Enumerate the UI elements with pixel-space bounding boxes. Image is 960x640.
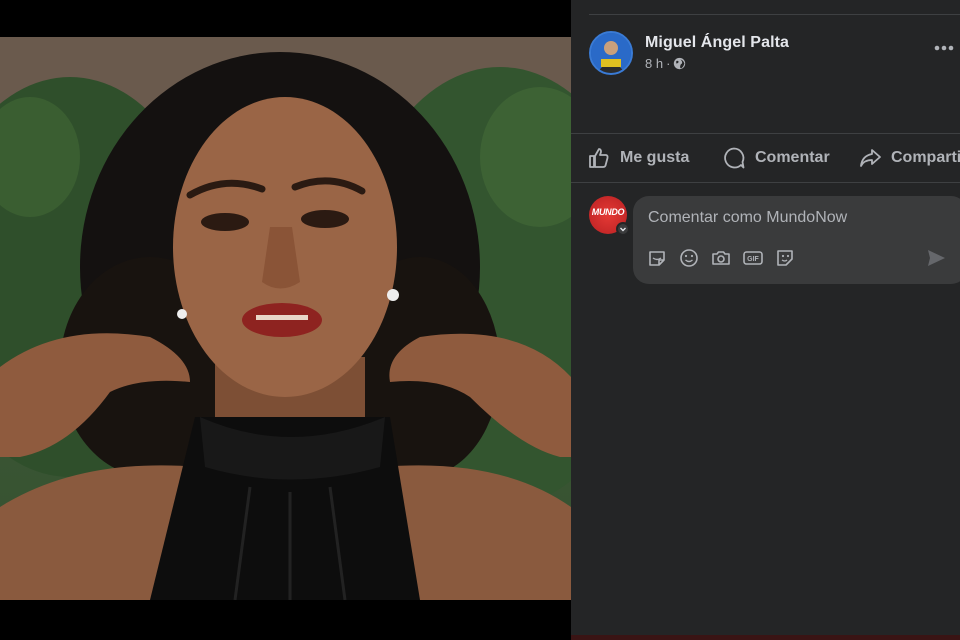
- portrait-illustration: [0, 37, 571, 600]
- sticker-icon[interactable]: [646, 247, 668, 269]
- comment-button[interactable]: Comentar: [722, 146, 830, 170]
- send-icon[interactable]: [925, 247, 947, 269]
- share-button[interactable]: Compartir: [858, 146, 960, 170]
- post-timestamp[interactable]: 8 h: [645, 56, 663, 71]
- like-label: Me gusta: [620, 149, 690, 166]
- chevron-glyph: [620, 227, 626, 232]
- comment-bubble-icon: [724, 147, 745, 169]
- post-header: Miguel Ángel Palta 8 h ·: [589, 31, 789, 75]
- meta-separator: ·: [666, 56, 671, 71]
- photo-viewer: [0, 0, 571, 640]
- share-label: Compartir: [891, 149, 960, 166]
- like-button[interactable]: Me gusta: [587, 146, 689, 170]
- chevron-down-icon[interactable]: [616, 222, 630, 236]
- author-name-link[interactable]: Miguel Ángel Palta: [645, 34, 789, 52]
- page-avatar-logo: MUNDO: [591, 207, 625, 217]
- emoji-icon[interactable]: [678, 247, 700, 269]
- globe-icon[interactable]: [673, 57, 686, 70]
- page-avatar[interactable]: MUNDO: [589, 196, 630, 236]
- gif-label: GIF: [747, 256, 759, 263]
- camera-icon[interactable]: [710, 247, 732, 269]
- post-side-panel: Miguel Ángel Palta 8 h · Me gusta Coment…: [571, 0, 960, 640]
- divider: [589, 14, 960, 15]
- author-info: Miguel Ángel Palta 8 h ·: [645, 34, 789, 71]
- post-photo[interactable]: [0, 37, 571, 600]
- author-avatar[interactable]: [589, 31, 633, 75]
- post-actions-bar: Me gusta Comentar Compartir: [571, 133, 960, 183]
- avatar-photo-icon: [591, 33, 631, 73]
- more-options-icon[interactable]: [934, 44, 954, 52]
- thumbs-up-icon: [589, 148, 609, 168]
- gif-icon[interactable]: GIF: [742, 247, 764, 269]
- comment-input[interactable]: [646, 207, 950, 229]
- comment-input-box: GIF: [633, 196, 960, 284]
- avatar-sticker-icon[interactable]: [774, 247, 796, 269]
- bottom-edge: [571, 635, 960, 640]
- share-arrow-icon: [860, 149, 881, 167]
- comment-label: Comentar: [755, 149, 830, 166]
- post-meta: 8 h ·: [645, 56, 789, 71]
